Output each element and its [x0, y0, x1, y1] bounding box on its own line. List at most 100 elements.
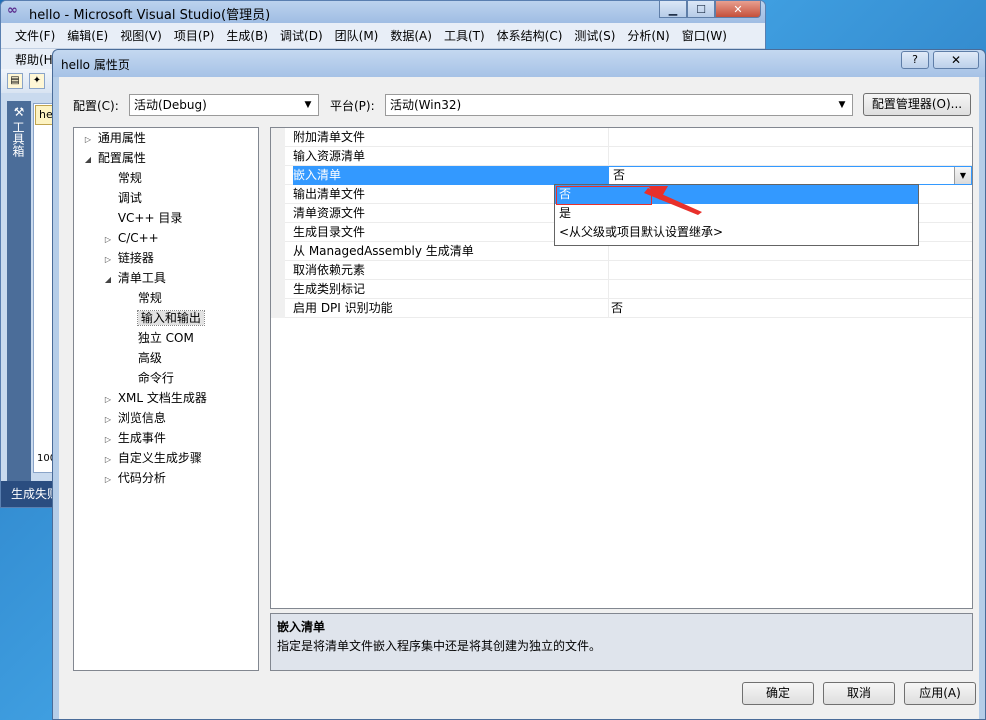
- dropdown-option-inherit[interactable]: <从父级或项目默认设置继承>: [555, 223, 918, 242]
- expand-icon[interactable]: ▷: [102, 450, 114, 470]
- tree-item-label: 常规: [117, 171, 142, 185]
- minimize-button[interactable]: ▁: [659, 1, 687, 18]
- cancel-button[interactable]: 取消: [823, 682, 895, 705]
- vs-menubar: 文件(F) 编辑(E) 视图(V) 项目(P) 生成(B) 调试(D) 团队(M…: [1, 23, 765, 49]
- tree-item-code-analysis[interactable]: ▷ 代码分析: [102, 468, 166, 488]
- tree-item-common-properties[interactable]: ▷ 通用属性: [82, 128, 146, 148]
- menu-analyze[interactable]: 分析(N): [621, 27, 675, 44]
- apply-button[interactable]: 应用(A): [904, 682, 976, 705]
- tree-item-command-line[interactable]: 命令行: [122, 368, 174, 388]
- tree-item-label: C/C++: [117, 231, 159, 245]
- close-icon: ✕: [950, 53, 962, 67]
- menu-edit[interactable]: 编辑(E): [61, 27, 114, 44]
- annotation-arrow-icon: [644, 186, 702, 215]
- tree-item-cpp[interactable]: ▷ C/C++: [102, 228, 159, 248]
- grid-gutter: [271, 242, 285, 261]
- tree-item-advanced[interactable]: 高级: [122, 348, 162, 368]
- property-tree: ▷ 通用属性 ◢ 配置属性 常规 调试 VC++ 目录 ▷ C/C++ ▷ 链接…: [73, 127, 259, 671]
- new-project-icon[interactable]: ▤: [7, 73, 23, 89]
- chevron-down-icon[interactable]: ▼: [954, 167, 971, 184]
- grid-gutter: [271, 147, 285, 166]
- expand-icon[interactable]: ▷: [102, 390, 114, 410]
- menu-team[interactable]: 团队(M): [329, 27, 385, 44]
- close-button[interactable]: ✕: [715, 1, 761, 18]
- platform-select[interactable]: 活动(Win32) ▼: [385, 94, 853, 116]
- grid-gutter: [271, 299, 285, 318]
- add-item-icon[interactable]: ✦: [29, 73, 45, 89]
- tree-item-config-properties[interactable]: ◢ 配置属性: [82, 148, 146, 168]
- property-value[interactable]: 否: [611, 299, 623, 318]
- config-manager-button[interactable]: 配置管理器(O)...: [863, 93, 971, 116]
- property-name: 取消依赖元素: [293, 261, 609, 280]
- dialog-title: hello 属性页: [61, 58, 130, 72]
- menu-project[interactable]: 项目(P): [168, 27, 221, 44]
- grid-row[interactable]: 取消依赖元素: [271, 261, 972, 280]
- tree-item-browse-info[interactable]: ▷ 浏览信息: [102, 408, 166, 428]
- tree-item-xml-doc-generator[interactable]: ▷ XML 文档生成器: [102, 388, 207, 408]
- expand-icon[interactable]: ▷: [102, 410, 114, 430]
- vs-titlebar[interactable]: ∞ hello - Microsoft Visual Studio(管理员) ▁…: [1, 1, 765, 23]
- config-label: 配置(C):: [73, 99, 119, 113]
- menu-test[interactable]: 测试(S): [568, 27, 621, 44]
- tree-item-general[interactable]: 常规: [102, 168, 142, 188]
- tree-item-label: 独立 COM: [137, 331, 194, 345]
- grid-row[interactable]: 启用 DPI 识别功能否: [271, 299, 972, 318]
- menu-view[interactable]: 视图(V): [114, 27, 168, 44]
- expand-icon[interactable]: ▷: [82, 130, 94, 150]
- collapse-icon[interactable]: ◢: [102, 270, 114, 290]
- tree-item-debugging[interactable]: 调试: [102, 188, 142, 208]
- expand-icon[interactable]: ▷: [102, 230, 114, 250]
- menu-tools[interactable]: 工具(T): [438, 27, 491, 44]
- maximize-icon: ☐: [696, 2, 706, 16]
- tree-item-isolated-com[interactable]: 独立 COM: [122, 328, 194, 348]
- platform-label: 平台(P):: [330, 99, 375, 113]
- vs-window-title: hello - Microsoft Visual Studio(管理员): [29, 8, 271, 23]
- menu-build[interactable]: 生成(B): [220, 27, 274, 44]
- expand-icon[interactable]: ▷: [102, 470, 114, 490]
- grid-gutter: [271, 166, 285, 185]
- ok-button[interactable]: 确定: [742, 682, 814, 705]
- property-name: 启用 DPI 识别功能: [293, 299, 609, 318]
- help-button[interactable]: ?: [901, 51, 929, 69]
- grid-gutter: [271, 223, 285, 242]
- tree-item-label: 清单工具: [117, 271, 166, 285]
- chevron-down-icon: ▼: [838, 100, 846, 110]
- tree-item-input-output[interactable]: 输入和输出: [122, 308, 205, 328]
- config-select[interactable]: 活动(Debug) ▼: [129, 94, 319, 116]
- chevron-down-icon: ▼: [304, 100, 312, 110]
- expand-icon[interactable]: ▷: [102, 430, 114, 450]
- menu-debug[interactable]: 调试(D): [274, 27, 329, 44]
- config-value: 活动(Debug): [134, 98, 207, 112]
- tree-item-label: 链接器: [117, 251, 154, 265]
- menu-file[interactable]: 文件(F): [9, 27, 61, 44]
- tree-item-manifest-tool[interactable]: ◢ 清单工具: [102, 268, 166, 288]
- collapse-icon[interactable]: ◢: [82, 150, 94, 170]
- toolbox-label: 工具箱: [11, 121, 25, 157]
- grid-row[interactable]: 生成类别标记: [271, 280, 972, 299]
- minimize-icon: ▁: [668, 2, 678, 16]
- grid-row[interactable]: 附加清单文件: [271, 128, 972, 147]
- maximize-button[interactable]: ☐: [687, 1, 715, 18]
- dialog-body: 配置(C): 活动(Debug) ▼ 平台(P): 活动(Win32) ▼ 配置…: [59, 77, 979, 719]
- toolbox-icon: ⚒: [13, 105, 25, 119]
- toolbox-strip[interactable]: ⚒ 工具箱: [7, 101, 31, 481]
- property-name: 输入资源清单: [293, 147, 609, 166]
- dialog-close-button[interactable]: ✕: [933, 51, 979, 69]
- tree-item-label-selected: 输入和输出: [136, 310, 205, 326]
- tree-item-custom-build-step[interactable]: ▷ 自定义生成步骤: [102, 448, 202, 468]
- menu-window[interactable]: 窗口(W): [676, 27, 733, 44]
- tree-item-label: 浏览信息: [117, 411, 166, 425]
- platform-value: 活动(Win32): [390, 98, 462, 112]
- vs-logo-icon: ∞: [7, 3, 18, 18]
- menu-data[interactable]: 数据(A): [384, 27, 438, 44]
- tree-item-manifest-general[interactable]: 常规: [122, 288, 162, 308]
- menu-architecture[interactable]: 体系结构(C): [491, 27, 569, 44]
- tree-item-build-events[interactable]: ▷ 生成事件: [102, 428, 166, 448]
- grid-gutter: [271, 204, 285, 223]
- tree-item-vc-directories[interactable]: VC++ 目录: [102, 208, 183, 228]
- tree-item-linker[interactable]: ▷ 链接器: [102, 248, 154, 268]
- expand-icon[interactable]: ▷: [102, 250, 114, 270]
- grid-row[interactable]: 输入资源清单: [271, 147, 972, 166]
- dialog-titlebar[interactable]: hello 属性页 ? ✕: [53, 50, 985, 77]
- tree-item-label: 代码分析: [117, 471, 166, 485]
